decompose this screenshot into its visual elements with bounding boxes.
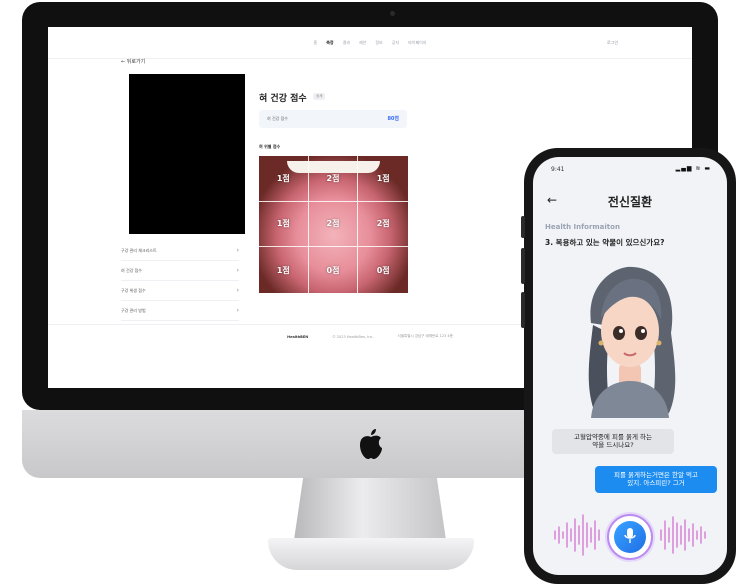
screen-title: 전신질환	[607, 195, 653, 209]
nav-item-suggest[interactable]: 제안	[359, 40, 366, 46]
apple-logo-icon	[357, 427, 385, 460]
tongue-zone: 2점	[308, 201, 359, 248]
nav-item-measure[interactable]: 측정	[326, 40, 333, 46]
mic-icon	[624, 527, 636, 547]
footer-copyright: © 2023 HealthBen, Inc.	[332, 334, 374, 339]
tongue-zone: 0점	[358, 247, 408, 293]
imac-stand-neck	[294, 478, 446, 540]
footer-address: 서울특별시 강남구 테헤란로 123 4층	[397, 334, 453, 338]
menu-item-label: 구강 관리 체크리스트	[121, 247, 157, 253]
site-nav: 홈 측정 결과 제안 정보 공지 마이페이지	[48, 27, 692, 59]
menu-item-label: 구강 관리 방법	[121, 307, 146, 313]
zone-score: 2점	[376, 219, 390, 229]
chevron-right-icon: ›	[236, 287, 239, 294]
phone-frame: 9:41 ▂▄▆ ≋ ▬ 전신질환 ← Health Informaiton 3…	[521, 148, 736, 584]
zone-score: 0점	[376, 265, 390, 275]
nav-item-mypage[interactable]: 마이페이지	[408, 40, 426, 46]
tongue-zone: 1점	[259, 156, 309, 202]
status-time: 9:41	[551, 166, 565, 173]
phone-volume-up	[521, 248, 525, 284]
nav-item-notice[interactable]: 공지	[392, 40, 399, 46]
score-label: 혀 건강 점수	[267, 116, 288, 121]
phone-volume-down	[521, 292, 525, 328]
menu-item-hygiene-score[interactable]: 구강 위생 점수 ›	[121, 281, 239, 301]
tongue-zone: 2점	[308, 156, 359, 202]
phone-side-button	[521, 216, 525, 238]
score-card: 혀 건강 점수 80점	[259, 110, 407, 128]
user-message-bubble: 피를 묽게하는거면은 한알 먹고 있지. 아스피린? 그거	[595, 466, 717, 493]
ai-avatar	[571, 263, 689, 418]
zone-score: 0점	[326, 265, 340, 275]
tongue-score-grid: 1점 2점 1점 1점 2점 2점 1점 0점 0점	[259, 156, 408, 293]
zone-score: 2점	[326, 173, 340, 183]
tongue-zone: 1점	[259, 201, 309, 248]
ai-message-line: 약을 드시나요?	[592, 441, 634, 450]
back-link[interactable]: ← 뒤로가기	[121, 58, 145, 65]
nav-item-info[interactable]: 정보	[375, 40, 382, 46]
phone-screen: 9:41 ▂▄▆ ≋ ▬ 전신질환 ← Health Informaiton 3…	[533, 157, 727, 575]
nav-item-result[interactable]: 결과	[343, 40, 350, 46]
nav-item-home[interactable]: 홈	[314, 40, 318, 46]
zone-score-title: 혀 위별 점수	[259, 144, 281, 149]
tongue-zone: 1점	[358, 156, 408, 202]
camera-dot	[390, 11, 395, 16]
menu-item-tongue-score[interactable]: 혀 건강 점수 ›	[121, 261, 239, 281]
imac-stand-foot	[268, 538, 474, 570]
tongue-photo: 1점 2점 1점 1점 2점 2점 1점 0점 0점	[259, 156, 408, 293]
status-icons: ▂▄▆ ≋ ▬	[675, 165, 711, 172]
ai-message-bubble: 고혈압약중에 피를 묽게 하는 약을 드시나요?	[552, 429, 674, 454]
mic-button[interactable]	[614, 521, 646, 553]
side-menu: 구강 관리 체크리스트 › 혀 건강 점수 › 구강 위생 점수 › 구강 관리…	[121, 241, 239, 321]
question-text: 3. 복용하고 있는 약물이 있으신가요?	[545, 238, 665, 247]
detail-badge[interactable]: 상세	[313, 93, 326, 100]
tongue-zone: 1점	[259, 247, 309, 293]
camera-preview	[129, 74, 245, 234]
section-label: Health Informaiton	[545, 223, 620, 231]
menu-item-care-method[interactable]: 구강 관리 방법 ›	[121, 301, 239, 321]
tongue-zone: 0점	[309, 247, 359, 293]
zone-score: 2점	[326, 219, 340, 229]
tongue-zone: 2점	[358, 202, 408, 248]
menu-item-label: 구강 위생 점수	[121, 287, 146, 293]
user-message-line: 있지. 아스피린? 그거	[627, 479, 685, 488]
chevron-right-icon: ›	[236, 247, 239, 254]
chevron-right-icon: ›	[236, 307, 239, 314]
footer-logo: HealthBEN	[287, 334, 309, 339]
score-value: 80점	[387, 116, 399, 122]
zone-score: 1점	[376, 173, 390, 183]
menu-item-checklist[interactable]: 구강 관리 체크리스트 ›	[121, 241, 239, 261]
back-arrow-icon[interactable]: ←	[547, 193, 557, 207]
zone-score: 1점	[276, 265, 290, 275]
zone-score: 1점	[276, 173, 290, 183]
chevron-right-icon: ›	[236, 267, 239, 274]
login-link[interactable]: 로그인	[607, 40, 618, 46]
menu-item-label: 혀 건강 점수	[121, 267, 142, 273]
page-title: 혀 건강 점수	[259, 94, 307, 104]
zone-score: 1점	[276, 219, 290, 229]
